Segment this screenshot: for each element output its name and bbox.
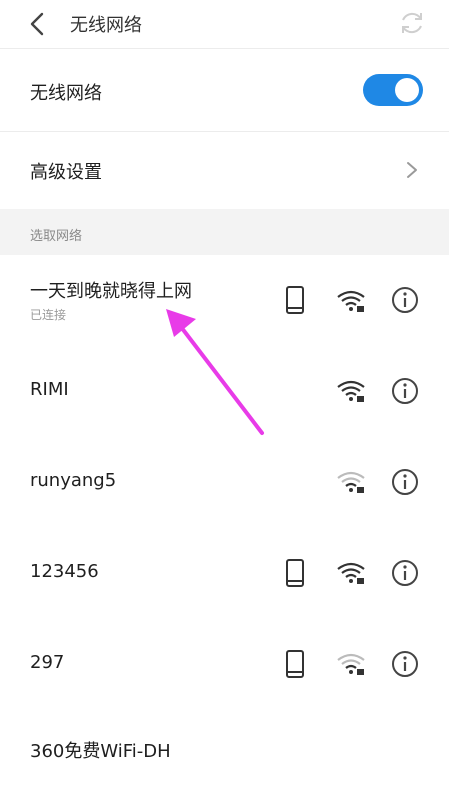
network-item[interactable]: 123456 (0, 528, 449, 620)
section-header: 选取网络 (0, 209, 449, 255)
wifi-strong-lock-icon (337, 290, 365, 312)
wifi-weak-lock-icon (337, 471, 365, 493)
wifi-strong-lock-icon (337, 562, 365, 584)
network-item[interactable]: 一天到晚就晓得上网 已连接 (0, 255, 449, 347)
network-status: 已连接 (30, 308, 67, 322)
advanced-settings-label: 高级设置 (30, 162, 102, 183)
wifi-strong-lock-icon (337, 380, 365, 402)
refresh-icon[interactable] (397, 8, 427, 38)
chevron-right-icon (407, 162, 417, 178)
network-name: 一天到晚就晓得上网 (30, 281, 192, 302)
back-chevron-icon[interactable] (26, 10, 50, 38)
section-title: 选取网络 (30, 229, 83, 244)
info-icon[interactable] (390, 558, 420, 588)
wifi-toggle-switch[interactable] (363, 74, 423, 106)
wifi-toggle-label: 无线网络 (30, 83, 102, 104)
wifi-weak-lock-icon (337, 653, 365, 675)
info-icon[interactable] (390, 649, 420, 679)
network-item[interactable]: 297 (0, 619, 449, 711)
network-item[interactable]: RIMI (0, 346, 449, 438)
info-icon[interactable] (390, 285, 420, 315)
network-name: 123456 (30, 561, 99, 582)
network-item[interactable]: 360免费WiFi-DH (0, 710, 449, 800)
network-name: RIMI (30, 379, 69, 400)
toggle-knob (395, 78, 419, 102)
phone-icon (286, 559, 304, 587)
phone-icon (286, 286, 304, 314)
info-icon[interactable] (390, 376, 420, 406)
network-name: runyang5 (30, 470, 117, 491)
phone-icon (286, 650, 304, 678)
wifi-toggle-row[interactable]: 无线网络 (0, 49, 449, 132)
network-name: 360免费WiFi-DH (30, 741, 171, 762)
advanced-settings-row[interactable]: 高级设置 (0, 132, 449, 210)
info-icon[interactable] (390, 467, 420, 497)
app-header: 无线网络 (0, 0, 449, 49)
network-item[interactable]: runyang5 (0, 437, 449, 529)
network-name: 297 (30, 652, 65, 673)
page-title: 无线网络 (70, 15, 142, 36)
